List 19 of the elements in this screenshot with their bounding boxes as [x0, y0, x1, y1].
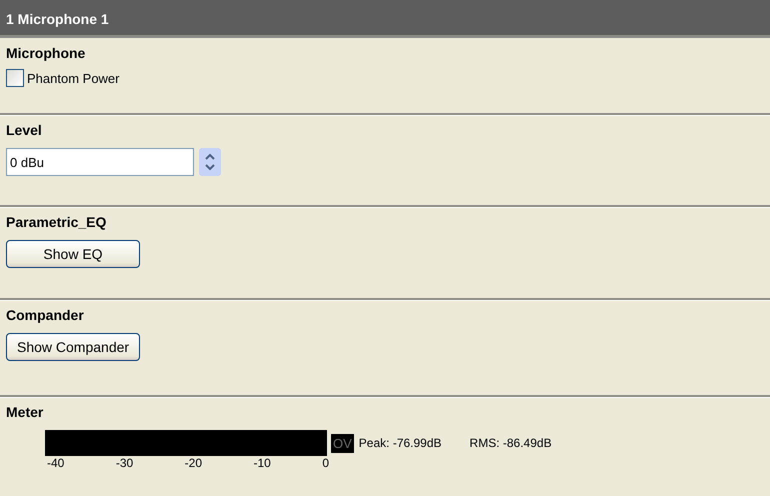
level-field[interactable]: 0 dBu	[6, 148, 194, 176]
tick-label: -10	[253, 456, 271, 470]
tick-label: 0	[322, 456, 329, 470]
section-heading: Parametric_EQ	[6, 214, 106, 230]
tick-label: -30	[116, 456, 134, 470]
section-heading: Level	[6, 122, 42, 138]
checkbox[interactable]	[6, 69, 24, 87]
overload-indicator: OV	[331, 434, 354, 452]
show-button[interactable]: Show EQ	[6, 240, 140, 268]
title-bar: 1 Microphone 1	[0, 0, 770, 38]
section-heading: Microphone	[6, 45, 86, 61]
show-button[interactable]: Show Compander	[6, 333, 140, 361]
peak-reading: Peak: -76.99dB	[358, 436, 442, 450]
tick-label: -20	[184, 456, 202, 470]
section-heading: Compander	[6, 307, 84, 323]
tick-label: -40	[47, 456, 64, 470]
rms-reading: RMS: -86.49dB	[470, 436, 552, 450]
section-heading: Meter	[6, 404, 44, 420]
checkbox-label[interactable]: Phantom Power	[27, 70, 120, 86]
